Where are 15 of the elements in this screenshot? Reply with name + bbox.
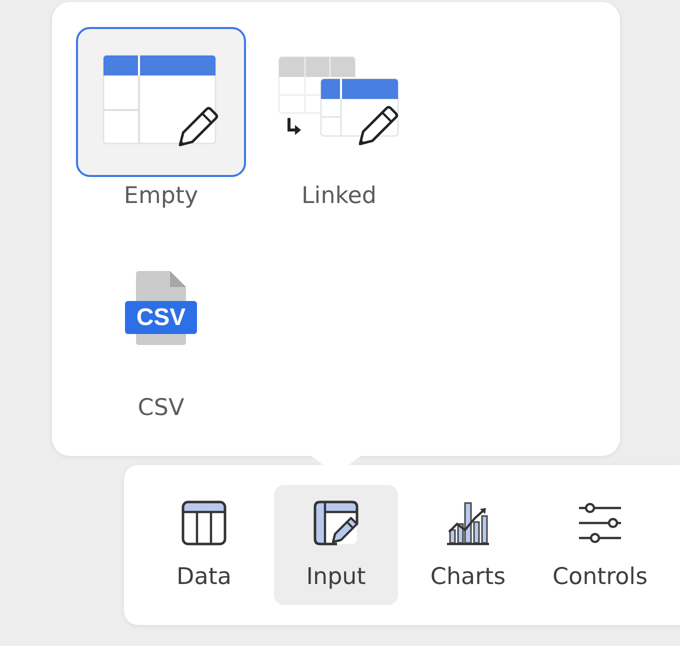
template-label: Empty — [124, 182, 198, 210]
template-label: CSV — [138, 394, 184, 422]
linked-tables-icon — [278, 56, 400, 148]
toolbar-tab[interactable]: Controls — [538, 485, 662, 605]
toolbar-tab[interactable]: Input — [274, 485, 398, 605]
template-tile[interactable]: CSV — [76, 239, 246, 389]
toolbar-tab[interactable]: Data — [142, 485, 266, 605]
template-label: Linked — [301, 182, 377, 210]
table-icon — [181, 500, 227, 546]
table-pencil-icon — [313, 500, 359, 546]
file-type-badge: CSV — [125, 301, 197, 334]
bar-chart-icon — [445, 500, 491, 546]
sliders-icon — [577, 500, 623, 546]
template-tile[interactable] — [76, 27, 246, 177]
toolbar-tab[interactable]: Charts — [406, 485, 530, 605]
